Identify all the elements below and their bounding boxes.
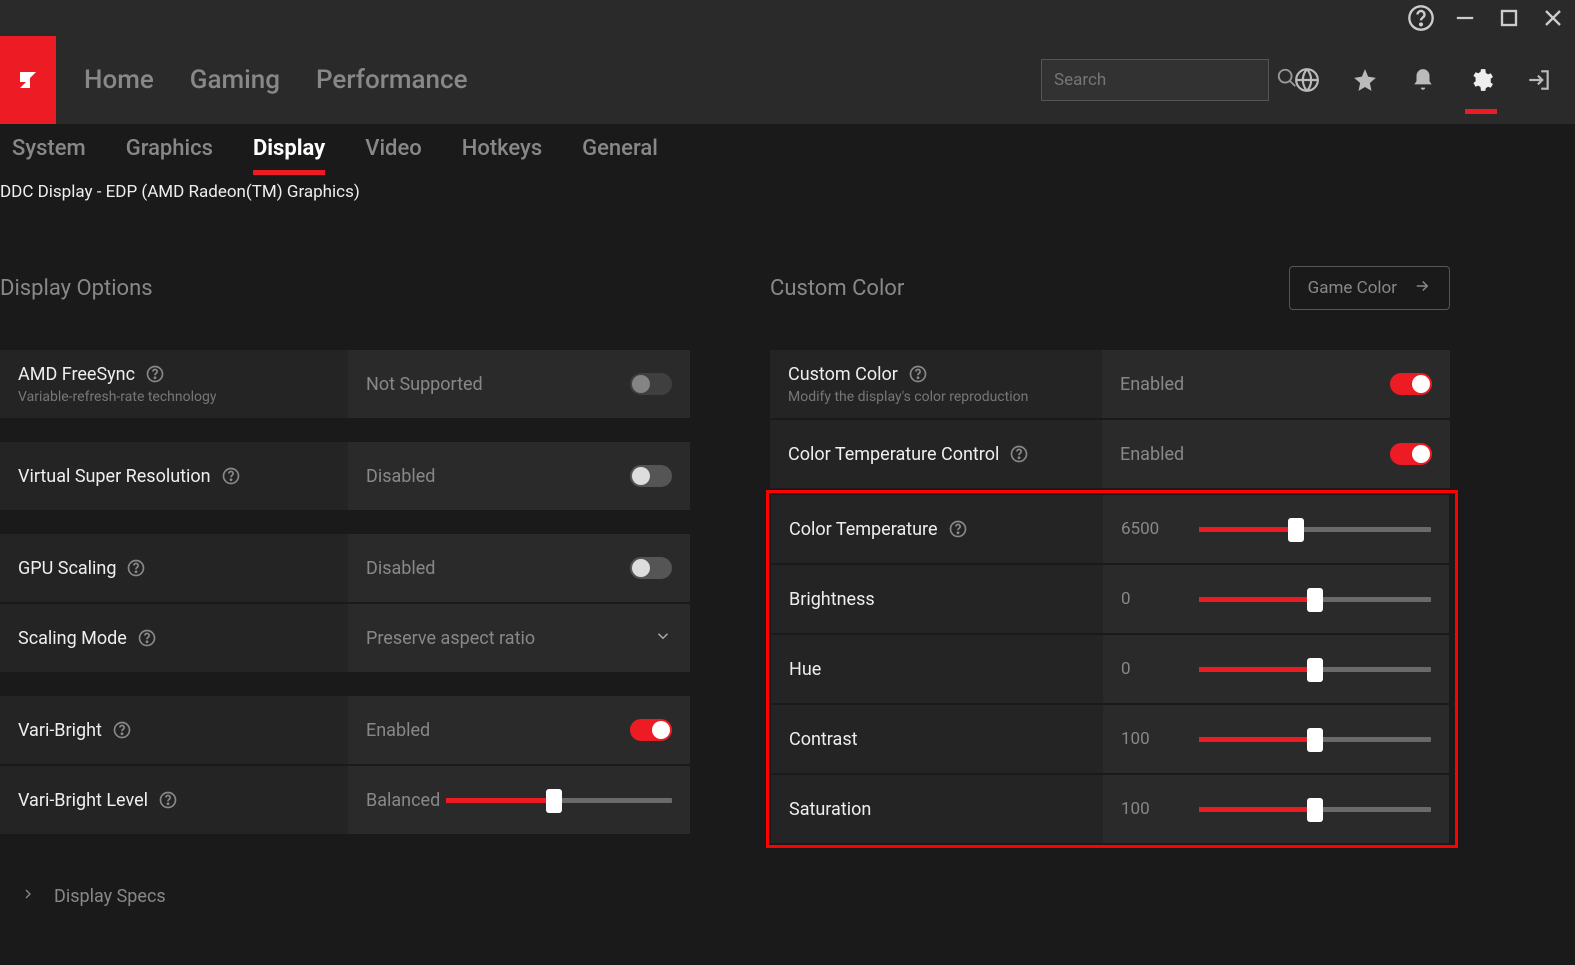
help-icon[interactable] [908,364,928,384]
row-saturation: Saturation 100 [771,775,1449,843]
game-color-label: Game Color [1308,278,1397,298]
color-temp-slider[interactable] [1199,527,1431,532]
row-hue: Hue 0 [771,635,1449,703]
scaling-mode-value: Preserve aspect ratio [366,628,535,649]
temp-control-value: Enabled [1120,444,1184,465]
login-icon[interactable] [1519,60,1559,100]
brightness-value[interactable]: 0 [1121,589,1179,609]
device-name: DDC Display - EDP (AMD Radeon(TM) Graphi… [0,176,1575,202]
tab-system[interactable]: System [12,136,86,165]
vsr-toggle[interactable] [630,465,672,487]
temp-control-label: Color Temperature Control [788,444,999,465]
vsr-label: Virtual Super Resolution [18,466,211,487]
brightness-label: Brightness [789,589,875,610]
chevron-right-icon [20,886,36,907]
help-icon[interactable] [137,628,157,648]
display-options-title: Display Options [0,276,153,301]
saturation-label: Saturation [789,799,871,820]
hue-value[interactable]: 0 [1121,659,1179,679]
nav-performance[interactable]: Performance [316,65,468,95]
web-icon[interactable] [1287,60,1327,100]
freesync-toggle [630,373,672,395]
custom-color-value: Enabled [1120,374,1184,395]
contrast-label: Contrast [789,729,858,750]
close-icon[interactable] [1539,4,1567,32]
bell-icon[interactable] [1403,60,1443,100]
custom-color-title: Custom Color [770,276,904,301]
contrast-slider[interactable] [1199,737,1431,742]
vari-bright-toggle[interactable] [630,719,672,741]
arrow-right-icon [1413,277,1431,300]
row-freesync: AMD FreeSync Variable-refresh-rate techn… [0,350,690,418]
vari-bright-level-label: Vari-Bright Level [18,790,148,811]
help-icon[interactable] [126,558,146,578]
help-icon[interactable] [948,519,968,539]
row-scaling-mode: Scaling Mode Preserve aspect ratio [0,604,690,672]
tab-display[interactable]: Display [253,136,325,165]
minimize-icon[interactable] [1451,4,1479,32]
tab-graphics[interactable]: Graphics [126,136,213,165]
vari-bright-label: Vari-Bright [18,720,102,741]
window-titlebar [0,0,1575,36]
row-custom-color: Custom Color Modify the display's color … [770,350,1450,418]
vari-bright-level-value: Balanced [366,790,446,811]
row-vsr: Virtual Super Resolution Disabled [0,442,690,510]
nav-gaming[interactable]: Gaming [190,65,280,95]
contrast-value[interactable]: 100 [1121,729,1179,749]
temp-control-toggle[interactable] [1390,443,1432,465]
star-icon[interactable] [1345,60,1385,100]
brightness-slider[interactable] [1199,597,1431,602]
help-icon[interactable] [221,466,241,486]
hue-label: Hue [789,659,821,680]
saturation-slider[interactable] [1199,807,1431,812]
row-vari-bright-level: Vari-Bright Level Balanced [0,766,690,834]
vsr-value: Disabled [366,466,435,487]
settings-subnav: System Graphics Display Video Hotkeys Ge… [0,124,1575,176]
custom-color-toggle[interactable] [1390,373,1432,395]
main-nav-bar: Home Gaming Performance [0,36,1575,124]
row-vari-bright: Vari-Bright Enabled [0,696,690,764]
color-sliders-group: Color Temperature 6500 Brightness 0 Hue [766,490,1458,848]
help-icon[interactable] [158,790,178,810]
nav-home[interactable]: Home [84,65,154,95]
scaling-mode-label: Scaling Mode [18,628,127,649]
row-color-temp: Color Temperature 6500 [771,495,1449,563]
tab-hotkeys[interactable]: Hotkeys [462,136,542,165]
display-specs-toggle[interactable]: Display Specs [0,858,690,907]
row-temp-control: Color Temperature Control Enabled [770,420,1450,488]
gpu-scaling-label: GPU Scaling [18,558,116,579]
tab-video[interactable]: Video [365,136,421,165]
color-temp-label: Color Temperature [789,519,938,540]
tab-general[interactable]: General [582,136,658,165]
help-icon[interactable] [1407,4,1435,32]
freesync-label: AMD FreeSync [18,364,135,385]
row-gpu-scaling: GPU Scaling Disabled [0,534,690,602]
maximize-icon[interactable] [1495,4,1523,32]
scaling-mode-dropdown[interactable]: Preserve aspect ratio [348,604,690,672]
saturation-value[interactable]: 100 [1121,799,1179,819]
vari-bright-level-slider[interactable] [446,798,672,803]
display-specs-label: Display Specs [54,886,166,907]
custom-color-label: Custom Color [788,364,898,385]
help-icon[interactable] [1009,444,1029,464]
game-color-button[interactable]: Game Color [1289,266,1450,310]
hue-slider[interactable] [1199,667,1431,672]
amd-logo[interactable] [0,36,56,124]
gpu-scaling-toggle[interactable] [630,557,672,579]
freesync-sub: Variable-refresh-rate technology [18,389,330,405]
search-box[interactable] [1041,59,1269,101]
color-temp-value[interactable]: 6500 [1121,519,1179,539]
row-brightness: Brightness 0 [771,565,1449,633]
search-input[interactable] [1054,70,1276,90]
help-icon[interactable] [112,720,132,740]
vari-bright-value: Enabled [366,720,430,741]
gear-icon[interactable] [1461,60,1501,100]
custom-color-sub: Modify the display's color reproduction [788,389,1084,405]
row-contrast: Contrast 100 [771,705,1449,773]
help-icon[interactable] [145,364,165,384]
gpu-scaling-value: Disabled [366,558,435,579]
freesync-value: Not Supported [366,374,483,395]
chevron-down-icon [654,627,672,649]
